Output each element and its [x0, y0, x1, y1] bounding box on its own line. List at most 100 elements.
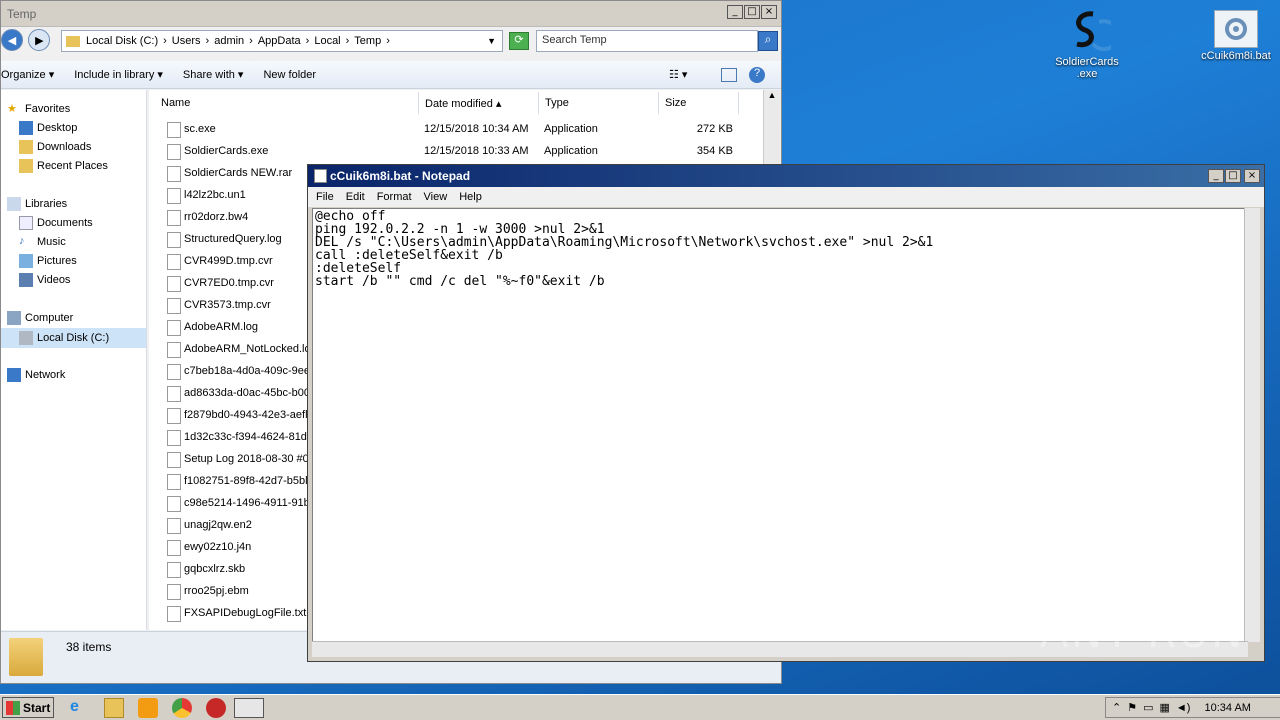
file-icon: [167, 320, 181, 336]
file-row[interactable]: sc.exe 12/15/2018 10:34 AM Application 272 …: [149, 119, 763, 141]
new-folder-button[interactable]: New folder: [263, 69, 316, 81]
power-icon[interactable]: ▭: [1143, 701, 1153, 714]
file-icon: [167, 210, 181, 226]
security-app-icon[interactable]: [206, 698, 226, 718]
menu-format[interactable]: Format: [377, 191, 412, 203]
column-size[interactable]: Size: [659, 92, 739, 114]
file-name: f1082751-89f8-42d7-b5bl: [184, 475, 308, 487]
chrome-icon[interactable]: [172, 698, 192, 718]
volume-icon[interactable]: ◄): [1176, 702, 1191, 714]
explorer-window-controls: _ □ ×: [727, 5, 777, 19]
tray-expand-icon[interactable]: ⌃: [1112, 701, 1121, 714]
windows-logo-icon: [6, 700, 20, 715]
network-tray-icon[interactable]: ▦: [1160, 701, 1170, 714]
search-icon[interactable]: ⌕: [758, 31, 778, 51]
desktop-icon-label: cCuik6m8i.bat: [1201, 50, 1271, 62]
start-button[interactable]: Start: [2, 697, 54, 718]
nav-computer[interactable]: Computer: [7, 311, 73, 325]
nav-pictures[interactable]: Pictures: [19, 254, 77, 268]
address-bar[interactable]: Local Disk (C:) › Users › admin › AppData › …: [61, 30, 503, 52]
explorer-titlebar[interactable]: Temp: [1, 1, 781, 27]
breadcrumb-admin[interactable]: admin: [214, 35, 244, 47]
nav-documents[interactable]: Documents: [19, 216, 93, 230]
close-button[interactable]: ×: [1244, 169, 1260, 183]
nav-downloads[interactable]: Downloads: [19, 140, 91, 154]
column-name[interactable]: Name: [155, 92, 419, 114]
notepad-text-area[interactable]: @echo off ping 192.0.2.2 -n 1 -w 3000 >n…: [312, 208, 1248, 642]
view-options-icon[interactable]: ☷ ▾: [669, 68, 687, 81]
include-library-button[interactable]: Include in library ▾: [74, 68, 163, 81]
file-name: Setup Log 2018-08-30 #0: [184, 453, 309, 465]
file-name: gqbcxlrz.skb: [184, 563, 246, 575]
nav-desktop[interactable]: Desktop: [19, 121, 77, 135]
notepad-taskbar-icon[interactable]: [234, 698, 264, 718]
maximize-button[interactable]: □: [1225, 169, 1241, 183]
file-type: Application: [544, 145, 598, 157]
file-row[interactable]: SoldierCards.exe 12/15/2018 10:33 AM Appli…: [149, 141, 763, 163]
nav-videos[interactable]: Videos: [19, 273, 70, 287]
minimize-button[interactable]: _: [1208, 169, 1224, 183]
breadcrumb-localdisk[interactable]: Local Disk (C:): [86, 35, 158, 47]
nav-recent-places[interactable]: Recent Places: [19, 159, 108, 173]
breadcrumb-temp[interactable]: Temp: [354, 35, 381, 47]
internet-explorer-icon[interactable]: e: [70, 698, 90, 718]
minimize-button[interactable]: _: [727, 5, 743, 19]
file-icon: [167, 606, 181, 622]
file-icon: [167, 584, 181, 600]
file-type: Application: [544, 123, 598, 135]
notepad-window-controls: _ □ ×: [1208, 169, 1260, 183]
nav-music[interactable]: ♪ Music: [19, 235, 66, 249]
search-input[interactable]: Search Temp: [536, 30, 758, 52]
folder-large-icon: [9, 638, 43, 676]
desktop-icon: [19, 121, 33, 135]
desktop-icon-label: SoldierCards .exe: [1055, 56, 1119, 80]
organize-button[interactable]: Organize ▾: [1, 68, 54, 81]
drive-icon: [19, 331, 33, 345]
address-dropdown-icon[interactable]: ▼: [487, 36, 496, 46]
file-icon: [167, 254, 181, 270]
media-player-icon[interactable]: [138, 698, 158, 718]
nav-local-disk[interactable]: Local Disk (C:): [1, 328, 146, 348]
close-button[interactable]: ×: [761, 5, 777, 19]
preview-pane-icon[interactable]: [721, 67, 737, 82]
forward-arrow-icon[interactable]: ▶: [28, 29, 51, 51]
desktop-icon-soldiercards[interactable]: SoldierCards .exe: [1047, 6, 1127, 80]
file-icon: [167, 474, 181, 490]
system-tray: ⌃ ⚑ ▭ ▦ ◄) 10:34 AM: [1105, 697, 1280, 718]
share-with-button[interactable]: Share with ▾: [183, 68, 244, 81]
breadcrumb-users[interactable]: Users: [172, 35, 201, 47]
menu-view[interactable]: View: [424, 191, 448, 203]
file-name: c98e5214-1496-4911-91b: [184, 497, 310, 509]
file-name: SoldierCards NEW.rar: [184, 167, 293, 179]
taskbar: Start e ⌃ ⚑ ▭ ▦ ◄) 10:34 AM: [0, 694, 1280, 720]
back-arrow-icon[interactable]: ◀: [1, 29, 23, 51]
refresh-icon[interactable]: ⟳: [509, 32, 529, 50]
folder-icon: [66, 35, 80, 47]
clock[interactable]: 10:34 AM: [1204, 702, 1250, 714]
notepad-titlebar[interactable]: cCuik6m8i.bat - Notepad: [308, 165, 1264, 187]
menu-edit[interactable]: Edit: [346, 191, 365, 203]
help-icon[interactable]: ?: [749, 66, 765, 83]
breadcrumb-appdata[interactable]: AppData: [258, 35, 301, 47]
desktop-icon-bat[interactable]: cCuik6m8i.bat: [1196, 10, 1276, 62]
nav-libraries[interactable]: Libraries: [7, 197, 67, 211]
file-explorer-icon[interactable]: [104, 698, 124, 718]
notepad-window[interactable]: cCuik6m8i.bat - Notepad _ □ × File Edit …: [307, 164, 1265, 662]
explorer-toolbar: Organize ▾ Include in library ▾ Share wi…: [1, 61, 781, 89]
breadcrumb-local[interactable]: Local: [314, 35, 340, 47]
file-name: unagj2qw.en2: [184, 519, 252, 531]
nav-network[interactable]: Network: [7, 368, 65, 382]
file-name: rr02dorz.bw4: [184, 211, 249, 223]
menu-help[interactable]: Help: [459, 191, 482, 203]
file-icon: [167, 364, 181, 380]
file-name: c7beb18a-4d0a-409c-9ee: [184, 365, 310, 377]
maximize-button[interactable]: □: [744, 5, 760, 19]
nav-favorites[interactable]: ★ Favorites: [7, 102, 70, 116]
column-date[interactable]: Date modified ▴: [419, 92, 539, 114]
menu-file[interactable]: File: [316, 191, 334, 203]
column-type[interactable]: Type: [539, 92, 659, 114]
action-center-icon[interactable]: ⚑: [1127, 701, 1137, 714]
file-icon: [167, 144, 181, 160]
notepad-vertical-scrollbar[interactable]: [1244, 208, 1260, 642]
file-name: 1d32c33c-f394-4624-81d: [184, 431, 307, 443]
